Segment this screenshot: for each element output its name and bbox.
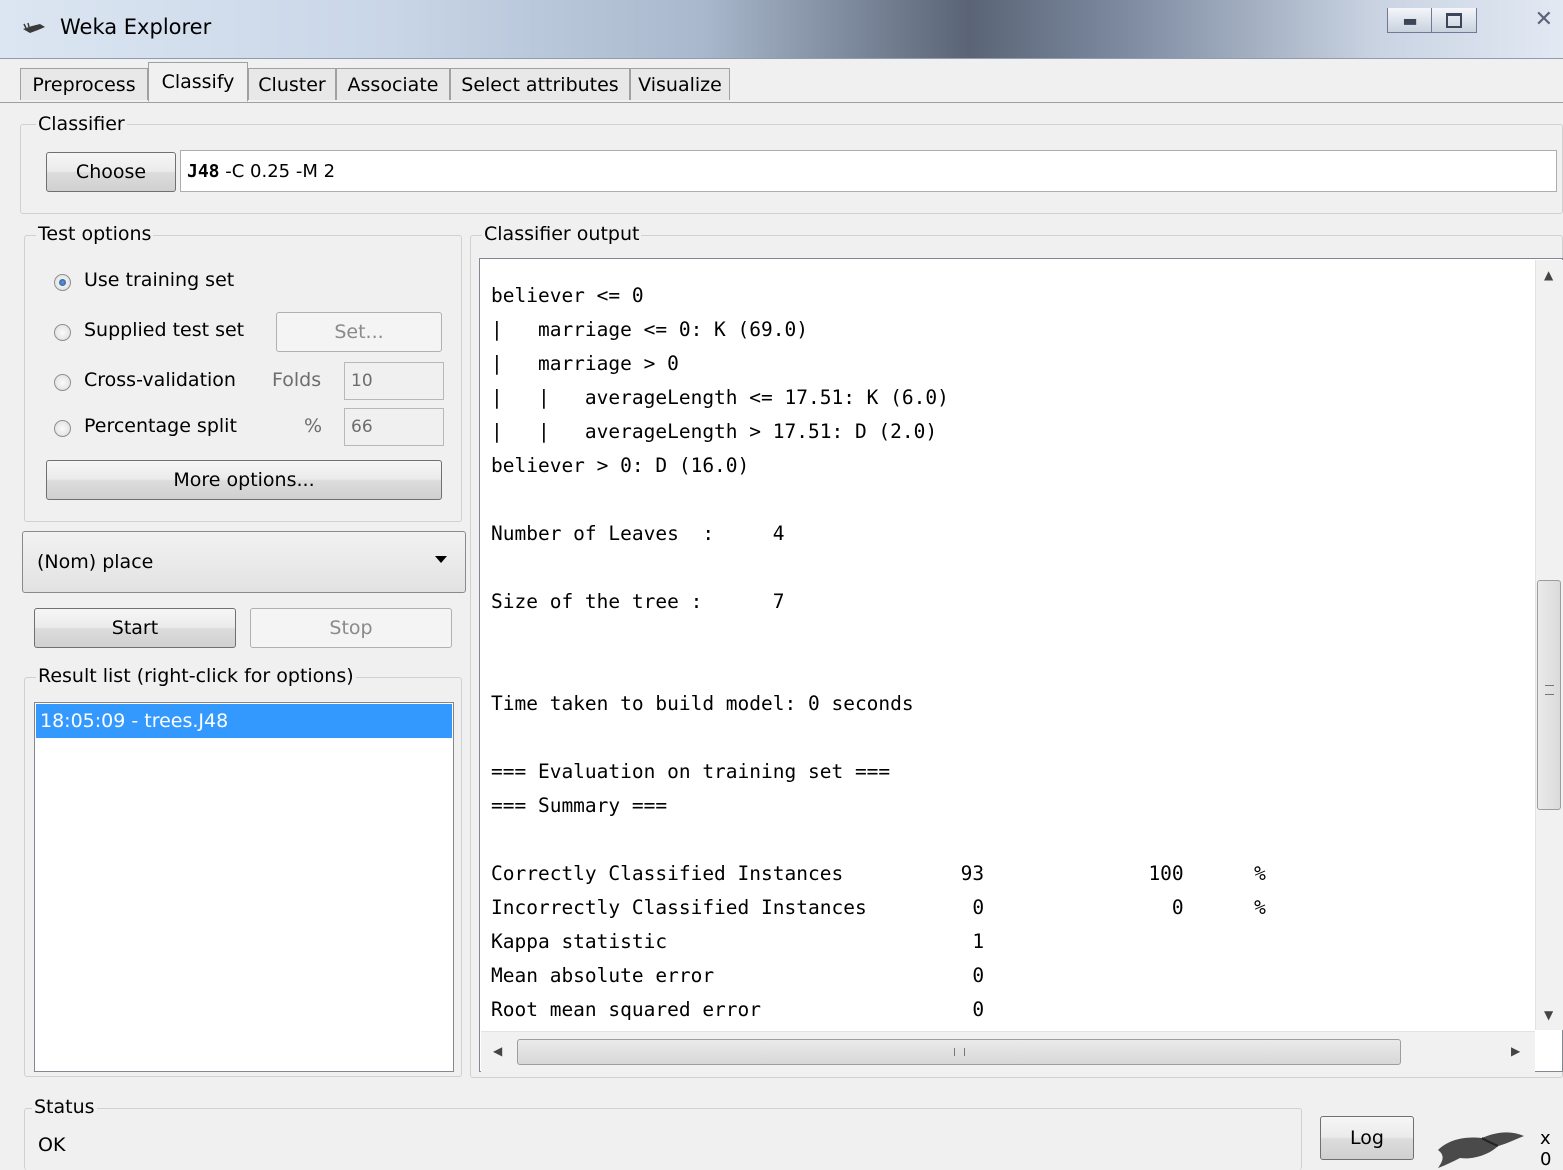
cross-validation-label: Cross-validation [84, 369, 236, 391]
start-button[interactable]: Start [34, 608, 236, 648]
use-training-radio[interactable] [54, 274, 71, 291]
use-training-label: Use training set [84, 269, 235, 291]
percent-label: % [304, 415, 323, 437]
class-attribute-value: (Nom) place [37, 551, 154, 573]
output-line: Number of Leaves : 4 [491, 522, 785, 545]
status-label: Status [32, 1096, 97, 1118]
tab-associate[interactable]: Associate [336, 68, 450, 100]
scroll-right-icon[interactable]: ▶ [1511, 1044, 1520, 1058]
classifier-output-text[interactable]: believer <= 0 | marriage <= 0: K (69.0) … [479, 258, 1563, 1072]
set-button[interactable]: Set... [276, 312, 442, 352]
tab-strip: Preprocess Classify Cluster Associate Se… [0, 62, 1563, 103]
output-line: | marriage <= 0: K (69.0) [491, 318, 808, 341]
class-attribute-select[interactable]: (Nom) place [22, 531, 466, 593]
maximize-button[interactable] [1431, 8, 1477, 33]
horizontal-scroll-thumb[interactable] [517, 1039, 1401, 1065]
output-line: Size of the tree : 7 [491, 590, 785, 613]
output-line: | | averageLength > 17.51: D (2.0) [491, 420, 938, 443]
result-list-label: Result list (right-click for options) [36, 665, 356, 687]
output-line: Root mean squared error 0 [491, 998, 985, 1021]
minimize-icon: ▬ [1402, 10, 1418, 30]
classifier-name: J48 [187, 160, 220, 182]
weka-bird-icon[interactable] [1434, 1122, 1530, 1170]
tab-classify[interactable]: Classify [148, 62, 248, 102]
classifier-group-label: Classifier [36, 113, 127, 135]
folds-input[interactable]: 10 [344, 362, 444, 400]
cross-validation-radio[interactable] [54, 374, 71, 391]
close-icon: ✕ [1534, 7, 1553, 32]
classifier-options: -C 0.25 -M 2 [225, 160, 336, 182]
output-line: === Summary === [491, 794, 668, 817]
supplied-test-radio[interactable] [54, 324, 71, 341]
percentage-split-radio[interactable] [54, 420, 71, 437]
tab-cluster[interactable]: Cluster [248, 68, 336, 100]
output-vertical-scrollbar[interactable]: ▲ ▼ [1535, 260, 1563, 1030]
result-list-item[interactable]: 18:05:09 - trees.J48 [36, 704, 452, 738]
window-title: Weka Explorer [60, 15, 212, 39]
output-line: Incorrectly Classified Instances 0 0 % [491, 896, 1266, 919]
classifier-output-label: Classifier output [482, 223, 642, 245]
grip-icon [1545, 685, 1554, 695]
stop-button[interactable]: Stop [250, 608, 452, 648]
tab-preprocess[interactable]: Preprocess [20, 68, 148, 100]
folds-label: Folds [272, 369, 322, 391]
grip-icon [954, 1048, 965, 1056]
classifier-config-field[interactable]: J48 -C 0.25 -M 2 [180, 150, 1557, 192]
output-line: Time taken to build model: 0 seconds [491, 692, 914, 715]
close-button[interactable]: ✕ [1475, 7, 1563, 32]
chevron-down-icon [435, 556, 447, 563]
scroll-down-icon[interactable]: ▼ [1544, 1008, 1553, 1022]
output-line: Correctly Classified Instances 93 100 % [491, 862, 1266, 885]
output-line: believer <= 0 [491, 284, 644, 307]
supplied-test-label: Supplied test set [84, 319, 245, 341]
output-line: | marriage > 0 [491, 352, 679, 375]
result-list[interactable]: 18:05:09 - trees.J48 [34, 702, 454, 1072]
output-line: Kappa statistic 1 [491, 930, 985, 953]
percentage-split-label: Percentage split [84, 415, 237, 437]
scroll-up-icon[interactable]: ▲ [1544, 268, 1553, 282]
title-bar: Weka Explorer ▬ ✕ [0, 0, 1563, 59]
output-horizontal-scrollbar[interactable]: ◀ ▶ [481, 1031, 1535, 1072]
scroll-left-icon[interactable]: ◀ [493, 1044, 502, 1058]
choose-button[interactable]: Choose [46, 152, 176, 192]
output-line: believer > 0: D (16.0) [491, 454, 750, 477]
task-count: x 0 [1540, 1128, 1552, 1170]
status-group [24, 1108, 1302, 1170]
tab-select-attributes[interactable]: Select attributes [450, 68, 630, 100]
percent-input[interactable]: 66 [344, 408, 444, 446]
maximize-icon [1446, 12, 1462, 28]
status-text: OK [38, 1134, 66, 1156]
weka-bird-icon [23, 22, 45, 33]
output-line: | | averageLength <= 17.51: K (6.0) [491, 386, 949, 409]
output-line: === Evaluation on training set === [491, 760, 891, 783]
log-button[interactable]: Log [1320, 1116, 1414, 1160]
vertical-scroll-thumb[interactable] [1537, 580, 1561, 810]
tab-visualize[interactable]: Visualize [630, 68, 730, 100]
test-options-label: Test options [36, 223, 154, 245]
minimize-button[interactable]: ▬ [1387, 8, 1433, 33]
output-line: Mean absolute error 0 [491, 964, 985, 987]
more-options-button[interactable]: More options... [46, 460, 442, 500]
